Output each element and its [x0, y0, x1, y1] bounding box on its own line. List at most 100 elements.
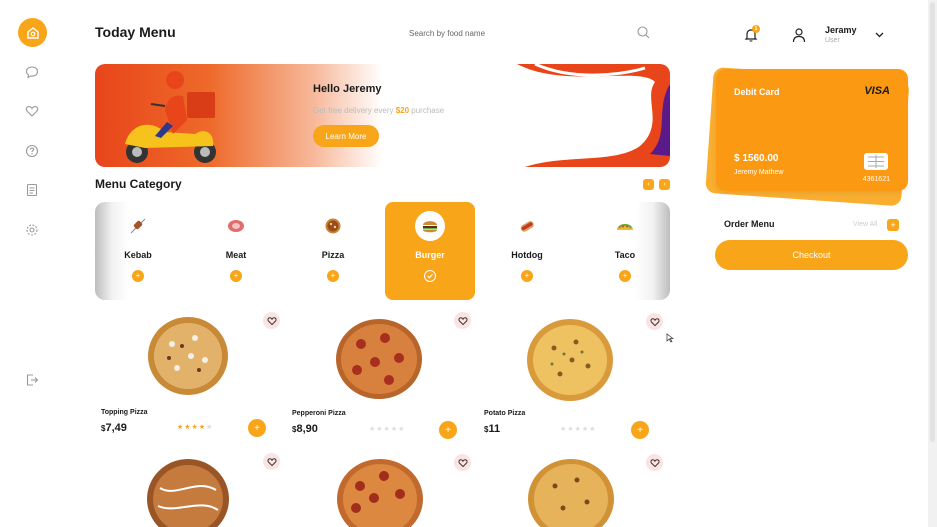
potato-pizza-image [527, 319, 613, 401]
banner-subtitle-text: Get free delivery every [313, 106, 396, 115]
heart-icon [25, 105, 39, 117]
debit-card-face: Debit Card VISA $ 1560.00 Jeremy Mathew … [716, 69, 908, 191]
home-button[interactable] [18, 18, 47, 47]
category-label: Meat [225, 250, 247, 260]
favorite-button[interactable] [646, 454, 663, 471]
food-price: $8,90 [292, 423, 318, 435]
add-to-order-button[interactable]: + [439, 421, 457, 439]
order-menu-title: Order Menu [724, 219, 775, 229]
visa-logo: VISA [864, 85, 890, 97]
pizza-image [147, 459, 229, 527]
category-add-button[interactable]: + [521, 270, 533, 282]
food-name: Potato Pizza [484, 410, 526, 417]
check-icon [427, 273, 433, 279]
category-prev-button[interactable]: ‹ [643, 179, 654, 190]
category-next-button[interactable]: › [659, 179, 670, 190]
card-chip-icon [864, 153, 888, 170]
burger-icon [415, 211, 445, 241]
price-value: 8,90 [296, 423, 318, 435]
chat-icon [25, 66, 39, 79]
category-label: Burger [415, 250, 445, 260]
logout-button[interactable] [24, 372, 40, 388]
checkout-button[interactable]: Checkout [715, 240, 908, 270]
card-number: 4361621 [862, 176, 890, 183]
favorites-nav-button[interactable] [24, 103, 40, 119]
category-carousel: Kebab + Meat + Pizza + Burger Hotdog + T… [95, 202, 670, 300]
settings-nav-button[interactable] [24, 222, 40, 238]
category-item-kebab[interactable]: Kebab + [93, 202, 183, 300]
help-icon [25, 144, 39, 158]
meat-icon [221, 211, 251, 241]
taco-icon [610, 211, 640, 241]
cursor-icon [666, 333, 674, 343]
heart-icon [649, 458, 660, 467]
heart-icon [266, 316, 277, 325]
kebab-icon [123, 211, 153, 241]
add-to-order-button[interactable]: + [631, 421, 649, 439]
debit-card-title: Debit Card [734, 87, 780, 97]
user-icon[interactable] [792, 27, 806, 43]
category-add-button[interactable]: + [132, 270, 144, 282]
settings-icon [26, 224, 38, 236]
favorite-button[interactable] [263, 453, 280, 470]
favorite-button[interactable] [454, 312, 471, 329]
chevron-right-icon: › [663, 181, 666, 188]
search-bar [405, 22, 655, 44]
learn-more-button[interactable]: Learn More [313, 125, 379, 147]
sidebar [0, 0, 64, 527]
home-icon [26, 26, 39, 39]
chat-nav-button[interactable] [24, 64, 40, 80]
rating-stars: ★★★★★ [177, 424, 214, 431]
heart-icon [457, 458, 468, 467]
category-label: Taco [614, 250, 636, 260]
category-item-taco[interactable]: Taco + [580, 202, 670, 300]
favorite-button[interactable] [646, 313, 663, 330]
delivery-scooter-illustration [125, 64, 670, 167]
page-title: Today Menu [95, 24, 176, 40]
category-item-burger[interactable]: Burger [385, 202, 475, 300]
debit-card[interactable]: Debit Card VISA $ 1560.00 Jeremy Mathew … [705, 67, 910, 207]
user-role: User [825, 37, 840, 44]
document-icon [26, 183, 38, 197]
search-icon[interactable] [636, 25, 651, 40]
favorite-button[interactable] [263, 312, 280, 329]
search-input[interactable] [405, 28, 625, 38]
rating-stars: ★★★★★ [560, 426, 597, 433]
rating-stars: ★★★★★ [369, 426, 406, 433]
pizza-icon [318, 211, 348, 241]
favorite-button[interactable] [454, 454, 471, 471]
help-nav-button[interactable] [24, 143, 40, 159]
category-add-button[interactable]: + [230, 270, 242, 282]
food-price: $7,49 [101, 422, 127, 434]
heart-icon [457, 316, 468, 325]
pepperoni-pizza-image [336, 319, 422, 399]
banner-subtitle-suffix: purchase [409, 106, 445, 115]
category-item-meat[interactable]: Meat + [191, 202, 281, 300]
view-all-link[interactable]: View All [853, 221, 877, 228]
category-label: Kebab [124, 250, 152, 260]
scrollbar-thumb[interactable] [930, 2, 935, 442]
orders-nav-button[interactable] [24, 182, 40, 198]
category-item-hotdog[interactable]: Hotdog + [482, 202, 572, 300]
category-label: Pizza [321, 250, 345, 260]
chevron-left-icon: ‹ [647, 181, 650, 188]
heart-icon [266, 457, 277, 466]
view-all-plus-button[interactable]: + [887, 219, 899, 231]
category-add-button[interactable]: + [327, 270, 339, 282]
menu-category-title: Menu Category [95, 177, 182, 191]
chevron-down-icon[interactable] [874, 29, 885, 40]
promo-banner: Hello Jeremy Get free delivery every $20… [95, 64, 670, 167]
food-name: Topping Pizza [101, 409, 148, 416]
card-holder: Jeremy Mathew [734, 169, 784, 176]
hotdog-icon [512, 211, 542, 241]
logout-icon [26, 374, 39, 386]
category-item-pizza[interactable]: Pizza + [288, 202, 378, 300]
user-name: Jeramy [825, 25, 857, 35]
pizza-image [528, 459, 614, 527]
add-to-order-button[interactable]: + [248, 419, 266, 437]
banner-subtitle: Get free delivery every $20 purchase [313, 106, 444, 115]
category-selected-check[interactable] [424, 270, 436, 282]
category-label: Hotdog [511, 250, 543, 260]
category-add-button[interactable]: + [619, 270, 631, 282]
topping-pizza-image [148, 317, 228, 395]
